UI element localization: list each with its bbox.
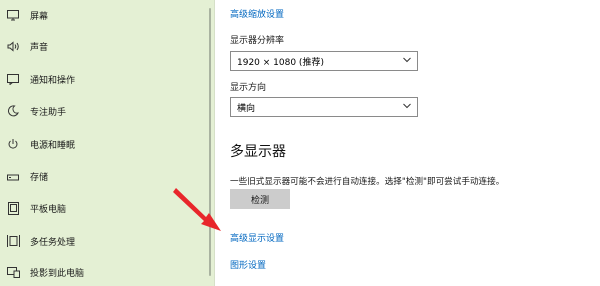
sidebar-item-notifications[interactable]: 通知和操作	[0, 69, 214, 89]
resolution-dropdown[interactable]: 1920 × 1080 (推荐)	[230, 51, 418, 71]
sidebar-item-label: 平板电脑	[30, 205, 67, 215]
tablet-icon	[6, 201, 20, 215]
sidebar-item-label: 屏幕	[30, 12, 49, 22]
projector-icon	[6, 265, 20, 279]
sidebar-item-label: 多任务处理	[30, 238, 76, 248]
sidebar-item-focus-assist[interactable]: 专注助手	[0, 101, 214, 121]
orientation-value: 横向	[237, 104, 256, 114]
moon-icon	[6, 104, 20, 118]
multitasking-icon	[6, 234, 20, 248]
orientation-label: 显示方向	[230, 83, 267, 93]
chevron-down-icon	[403, 103, 411, 109]
sidebar-item-sound[interactable]: 声音	[0, 36, 214, 56]
resolution-label: 显示器分辨率	[230, 36, 285, 46]
sidebar-item-label: 电源和睡眠	[30, 141, 76, 151]
storage-icon	[6, 169, 20, 183]
monitor-icon	[6, 8, 20, 22]
sidebar-item-label: 通知和操作	[30, 76, 76, 86]
sidebar-item-label: 存储	[30, 173, 49, 183]
sidebar-item-project-to-pc[interactable]: 投影到此电脑	[0, 262, 214, 282]
power-icon	[6, 137, 20, 151]
sidebar-item-label: 专注助手	[30, 108, 67, 118]
sidebar-item-power-sleep[interactable]: 电源和睡眠	[0, 134, 214, 154]
multiple-displays-heading: 多显示器	[230, 144, 286, 160]
speaker-icon	[6, 39, 20, 53]
advanced-scaling-settings-link[interactable]: 高级缩放设置	[230, 7, 284, 20]
sidebar-item-display[interactable]: 屏幕	[0, 5, 214, 25]
advanced-display-settings-link[interactable]: 高级显示设置	[230, 231, 284, 244]
graphics-settings-link[interactable]: 图形设置	[230, 258, 266, 271]
chevron-down-icon	[403, 57, 411, 63]
notification-icon	[6, 72, 20, 86]
sidebar-item-label: 投影到此电脑	[30, 269, 85, 279]
orientation-dropdown[interactable]: 横向	[230, 97, 418, 117]
multiple-displays-description: 一些旧式显示器可能不会进行自动连接。选择"检测"即可尝试手动连接。	[230, 177, 505, 187]
sidebar-item-label: 声音	[30, 43, 49, 53]
settings-sidebar: 屏幕 声音 通知和操作 专注助手 电源和睡眠 存储 平板电脑 多任务处理 投影到…	[0, 0, 215, 286]
detect-button[interactable]: 检测	[230, 189, 290, 209]
sidebar-item-storage[interactable]: 存储	[0, 166, 214, 186]
red-arrow-annotation	[173, 188, 221, 231]
resolution-value: 1920 × 1080 (推荐)	[237, 58, 324, 68]
